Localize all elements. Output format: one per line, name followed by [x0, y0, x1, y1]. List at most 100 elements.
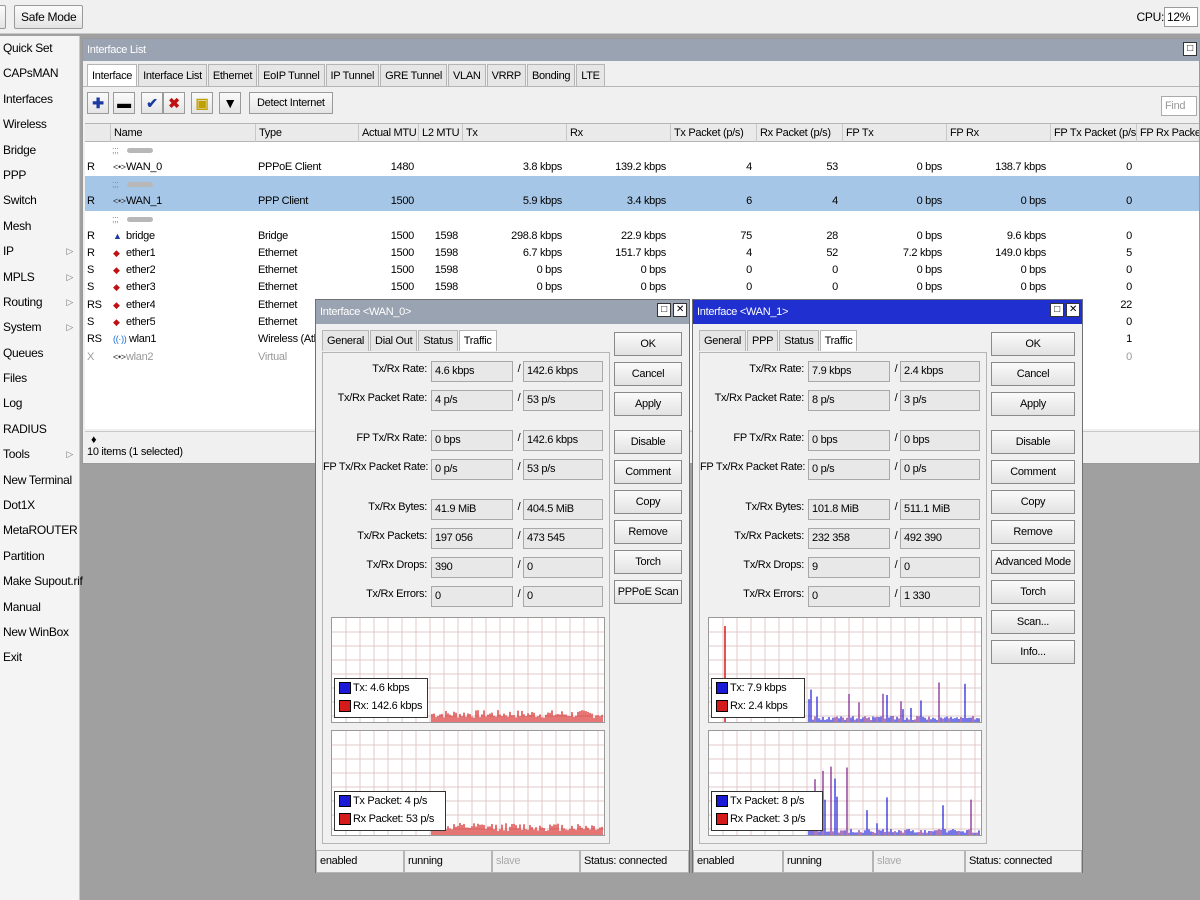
maximize-icon[interactable]: □	[1050, 303, 1064, 317]
menu-item-ip[interactable]: IP ▷	[0, 239, 79, 264]
table-comment-row[interactable]: ;;;	[85, 176, 1199, 194]
filter-icon[interactable]: ▼	[219, 92, 241, 114]
menu-item-wireless[interactable]: Wireless	[0, 112, 79, 137]
table-row[interactable]: R ◆ ether1 Ethernet 1500 1598 6.7 kbps 151.7 kb…	[85, 245, 1199, 262]
column-header-name[interactable]: Name	[110, 124, 255, 142]
table-row[interactable]: R ▲ bridge Bridge 1500 1598 298.8 kbps 22.9 kbp…	[85, 228, 1199, 245]
column-header-rx[interactable]: Rx	[566, 124, 670, 142]
tab-traffic[interactable]: Traffic	[458, 330, 497, 351]
advanced-mode-button[interactable]: Advanced Mode	[991, 550, 1075, 574]
window-title-bar[interactable]: Interface List □	[83, 39, 1199, 61]
add-icon[interactable]: ✚	[87, 92, 109, 114]
menu-item-files[interactable]: Files	[0, 366, 79, 391]
column-header-rx-packet-p-s-[interactable]: Rx Packet (p/s)	[756, 124, 842, 142]
menu-item-ppp[interactable]: PPP	[0, 163, 79, 188]
column-header-fp-tx-packet-p-s-[interactable]: FP Tx Packet (p/s)	[1050, 124, 1136, 142]
disable-button[interactable]: Disable	[991, 430, 1075, 454]
tab-traffic[interactable]: Traffic	[819, 330, 858, 351]
tab-interface-list[interactable]: Interface List	[138, 64, 207, 86]
menu-item-make-supout-rif[interactable]: Make Supout.rif	[0, 569, 83, 594]
table-comment-row[interactable]: ;;;	[85, 211, 1199, 228]
tab-status[interactable]: Status	[779, 330, 819, 351]
enable-icon[interactable]: ✔	[141, 92, 163, 114]
undo-button[interactable]	[0, 5, 6, 29]
torch-button[interactable]: Torch	[991, 580, 1075, 604]
menu-item-queues[interactable]: Queues	[0, 341, 79, 366]
tab-vrrp[interactable]: VRRP	[486, 64, 526, 86]
menu-item-quick-set[interactable]: Quick Set	[0, 36, 79, 61]
menu-item-new-terminal[interactable]: New Terminal	[0, 468, 79, 493]
tab-vlan[interactable]: VLAN	[448, 64, 486, 86]
tab-status[interactable]: Status	[418, 330, 458, 351]
menu-item-metarouter[interactable]: MetaROUTER	[0, 518, 79, 543]
table-row[interactable]: R <•> WAN_0 PPPoE Client 1480 3.8 kbps 139.2 k…	[85, 159, 1199, 176]
ok-button[interactable]: OK	[991, 332, 1075, 356]
menu-item-dot1x[interactable]: Dot1X	[0, 493, 79, 518]
tab-ethernet[interactable]: Ethernet	[207, 64, 258, 86]
remove-icon[interactable]: ▬	[113, 92, 135, 114]
column-header-tx-packet-p-s-[interactable]: Tx Packet (p/s)	[670, 124, 756, 142]
safe-mode-button[interactable]: Safe Mode	[14, 5, 84, 29]
menu-item-new-winbox[interactable]: New WinBox	[0, 620, 79, 645]
table-row[interactable]: S ◆ ether2 Ethernet 1500 1598 0 bps 0 bps 0 0 0 bp…	[85, 262, 1199, 279]
menu-item-mpls[interactable]: MPLS ▷	[0, 265, 79, 290]
menu-item-tools[interactable]: Tools ▷	[0, 442, 79, 467]
column-header-fp-rx-packet-p-s-[interactable]: FP Rx Packet (p/s)	[1136, 124, 1199, 142]
disable-icon[interactable]: ✖	[163, 92, 185, 114]
disable-button[interactable]: Disable	[614, 430, 682, 454]
menu-item-mesh[interactable]: Mesh	[0, 214, 79, 239]
tab-general[interactable]: General	[699, 330, 747, 351]
find-input[interactable]: Find	[1161, 96, 1197, 116]
menu-item-manual[interactable]: Manual	[0, 595, 79, 620]
cancel-button[interactable]: Cancel	[991, 362, 1075, 386]
table-comment-row[interactable]: ;;;	[85, 142, 1199, 159]
menu-item-bridge[interactable]: Bridge	[0, 138, 79, 163]
pppoe-scan-button[interactable]: PPPoE Scan	[614, 580, 682, 604]
column-header-fp-tx[interactable]: FP Tx	[842, 124, 946, 142]
menu-item-switch[interactable]: Switch	[0, 188, 79, 213]
scan-button[interactable]: Scan...	[991, 610, 1075, 634]
column-header-actual-mtu[interactable]: Actual MTU	[358, 124, 418, 142]
tab-ppp[interactable]: PPP	[747, 330, 779, 351]
remove-button[interactable]: Remove	[991, 520, 1075, 544]
tab-dial-out[interactable]: Dial Out	[370, 330, 418, 351]
cancel-button[interactable]: Cancel	[614, 362, 682, 386]
menu-item-capsman[interactable]: CAPsMAN	[0, 61, 79, 86]
menu-item-system[interactable]: System ▷	[0, 315, 79, 340]
tab-general[interactable]: General	[322, 330, 370, 351]
comment-button[interactable]: Comment	[991, 460, 1075, 484]
column-header-flag[interactable]	[85, 124, 110, 142]
apply-button[interactable]: Apply	[991, 392, 1075, 416]
maximize-icon[interactable]: □	[1183, 42, 1197, 56]
menu-item-exit[interactable]: Exit	[0, 645, 79, 670]
detect-internet-button[interactable]: Detect Internet	[249, 92, 333, 114]
dialog-title-bar[interactable]: Interface <WAN_0> □ ✕	[316, 300, 689, 324]
table-row[interactable]: S ◆ ether3 Ethernet 1500 1598 0 bps 0 bps 0 0 0 bp…	[85, 279, 1199, 296]
menu-item-partition[interactable]: Partition	[0, 544, 79, 569]
torch-button[interactable]: Torch	[614, 550, 682, 574]
maximize-icon[interactable]: □	[657, 303, 671, 317]
comment-button[interactable]: Comment	[614, 460, 682, 484]
tab-lte[interactable]: LTE	[576, 64, 605, 86]
menu-item-interfaces[interactable]: Interfaces	[0, 87, 79, 112]
tab-ip-tunnel[interactable]: IP Tunnel	[325, 64, 380, 86]
column-header-l2-mtu[interactable]: L2 MTU	[418, 124, 462, 142]
table-row[interactable]: R <•> WAN_1 PPP Client 1500 5.9 kbps 3.4 kbps 6…	[85, 193, 1199, 211]
copy-button[interactable]: Copy	[991, 490, 1075, 514]
tab-eoip-tunnel[interactable]: EoIP Tunnel	[258, 64, 325, 86]
copy-button[interactable]: Copy	[614, 490, 682, 514]
column-header-fp-rx[interactable]: FP Rx	[946, 124, 1050, 142]
column-header-tx[interactable]: Tx	[462, 124, 566, 142]
comment-icon[interactable]: ▣	[191, 92, 213, 114]
menu-item-log[interactable]: Log	[0, 391, 79, 416]
tab-interface[interactable]: Interface	[87, 64, 138, 86]
close-icon[interactable]: ✕	[673, 303, 687, 317]
dialog-title-bar[interactable]: Interface <WAN_1> □ ✕	[693, 300, 1082, 324]
column-header-type[interactable]: Type	[255, 124, 358, 142]
info-button[interactable]: Info...	[991, 640, 1075, 664]
remove-button[interactable]: Remove	[614, 520, 682, 544]
tab-gre-tunnel[interactable]: GRE Tunnel	[380, 64, 448, 86]
menu-item-routing[interactable]: Routing ▷	[0, 290, 79, 315]
close-icon[interactable]: ✕	[1066, 303, 1080, 317]
ok-button[interactable]: OK	[614, 332, 682, 356]
